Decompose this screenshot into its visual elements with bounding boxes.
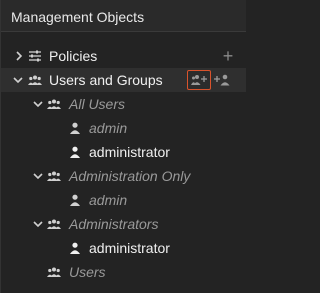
chevron-down-icon[interactable]	[13, 75, 23, 85]
tree-item-all-users-admin[interactable]: admin	[1, 116, 246, 140]
add-user-button[interactable]	[213, 72, 231, 88]
tree-item-users-and-groups[interactable]: Users and Groups	[1, 68, 246, 92]
tree-item-administrators-administrator[interactable]: administrator	[1, 236, 246, 260]
tree-item-administration-only-admin[interactable]: admin	[1, 188, 246, 212]
tree-item-administrators[interactable]: Administrators	[1, 212, 246, 236]
tree-item-all-users-administrator[interactable]: administrator	[1, 140, 246, 164]
user-icon	[68, 241, 82, 255]
group-icon	[47, 265, 61, 279]
group-icon	[28, 73, 42, 87]
tree-item-users[interactable]: Users	[1, 260, 246, 284]
tree-item-label: All Users	[69, 96, 126, 112]
panel-header: Management Objects	[1, 0, 246, 32]
tree-item-administration-only[interactable]: Administration Only	[1, 164, 246, 188]
user-icon	[68, 193, 82, 207]
tree-item-label: Users	[69, 264, 106, 280]
group-icon	[47, 97, 61, 111]
tree-item-label: administrator	[89, 240, 170, 256]
add-policy-button[interactable]: +	[220, 47, 236, 65]
group-icon	[47, 217, 61, 231]
tree-item-label: admin	[89, 192, 128, 208]
tree-item-label: administrator	[89, 144, 170, 160]
tree-item-label: Administrators	[69, 216, 159, 232]
tree-item-all-users[interactable]: All Users	[1, 92, 246, 116]
add-group-button[interactable]	[187, 70, 211, 90]
panel-title: Management Objects	[11, 9, 145, 25]
tree-item-label: Users and Groups	[49, 72, 163, 88]
chevron-down-icon[interactable]	[33, 219, 43, 229]
user-icon	[68, 145, 82, 159]
tree-item-label: admin	[89, 120, 128, 136]
group-icon	[47, 169, 61, 183]
chevron-down-icon[interactable]	[33, 99, 43, 109]
chevron-down-icon[interactable]	[33, 171, 43, 181]
user-icon	[68, 121, 82, 135]
tree-item-label: Policies	[49, 48, 98, 64]
management-objects-panel: Management Objects Policies + Users and …	[0, 0, 246, 293]
tree-item-label: Administration Only	[69, 168, 191, 184]
sliders-icon	[28, 49, 42, 63]
chevron-right-icon[interactable]	[14, 51, 24, 61]
tree-item-policies[interactable]: Policies +	[1, 44, 246, 68]
